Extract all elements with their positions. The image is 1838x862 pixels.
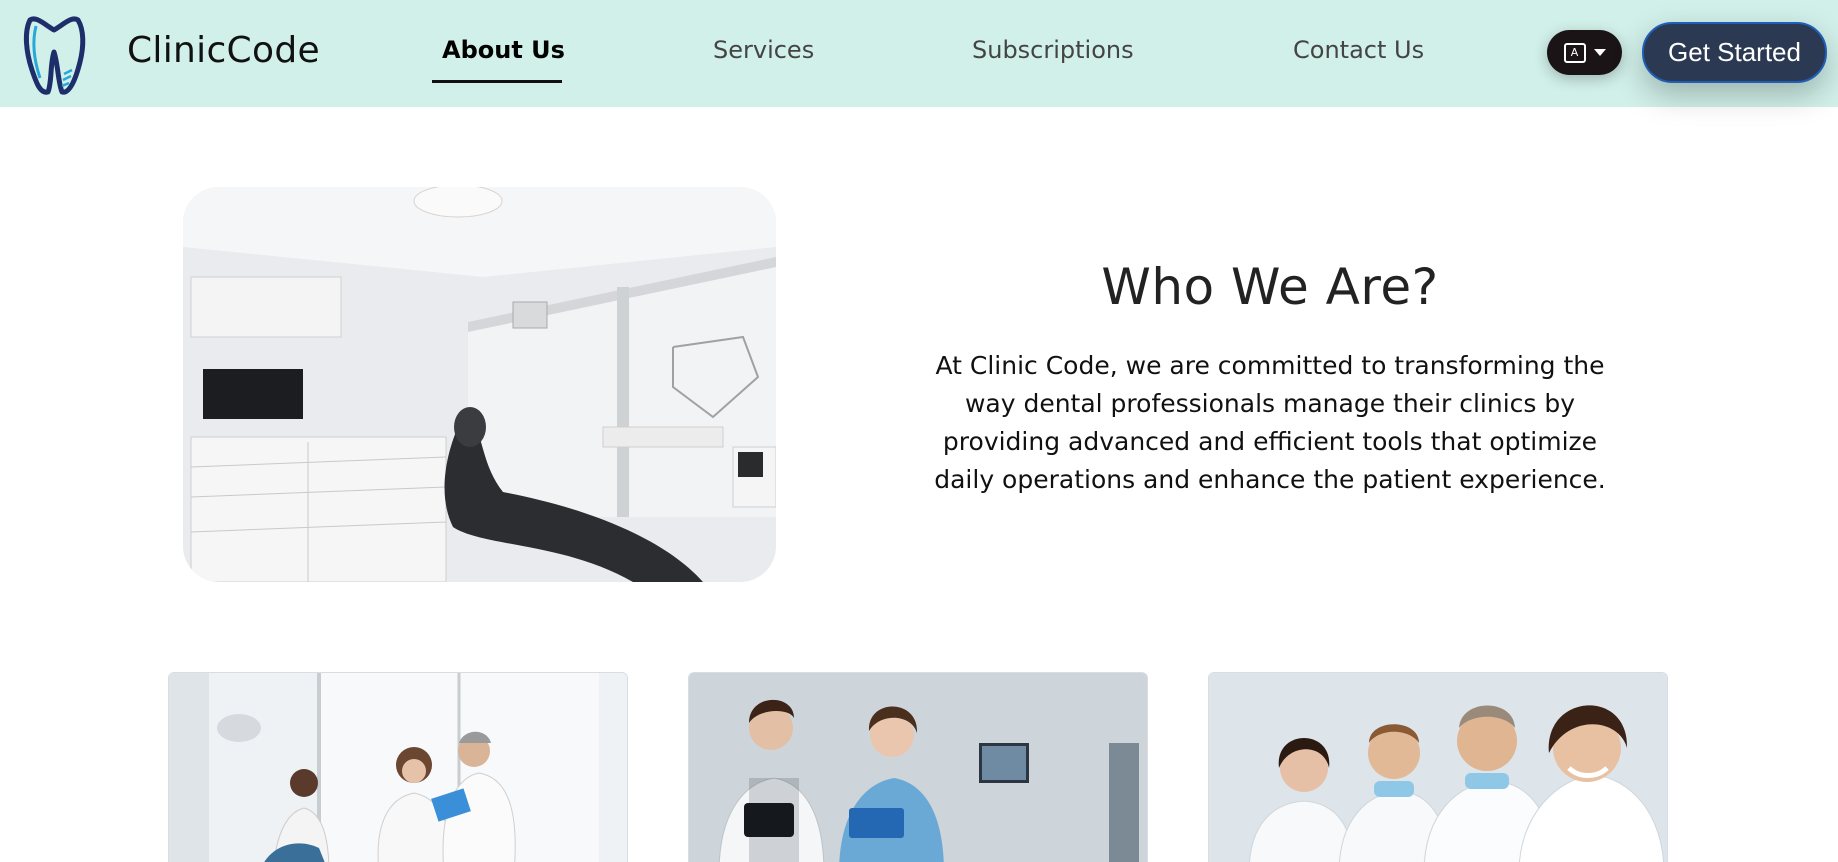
card-dental-team-consultation-image[interactable] [168, 672, 628, 862]
nav-subscriptions[interactable]: Subscriptions [972, 36, 1134, 64]
brand-name[interactable]: ClinicCode [127, 30, 320, 71]
top-navbar: ClinicCode About Us Services Subscriptio… [0, 0, 1838, 107]
active-nav-underline [432, 80, 562, 83]
card-smiling-dental-team-image[interactable] [1208, 672, 1668, 862]
dental-clinic-room-image [183, 187, 776, 582]
nav-contact-us[interactable]: Contact Us [1293, 36, 1424, 64]
nav-about-us[interactable]: About Us [442, 36, 565, 64]
section-title: Who We Are? [1101, 258, 1439, 316]
section-description: At Clinic Code, we are committed to tran… [934, 351, 1606, 494]
language-dropdown-button[interactable]: A [1547, 30, 1622, 75]
card-dentists-discussion-image[interactable] [688, 672, 1148, 862]
nav-services[interactable]: Services [713, 36, 814, 64]
tooth-logo-icon[interactable] [22, 12, 86, 98]
caret-down-icon [1593, 49, 1606, 56]
translate-icon: A [1563, 42, 1586, 63]
get-started-button[interactable]: Get Started [1642, 22, 1827, 83]
